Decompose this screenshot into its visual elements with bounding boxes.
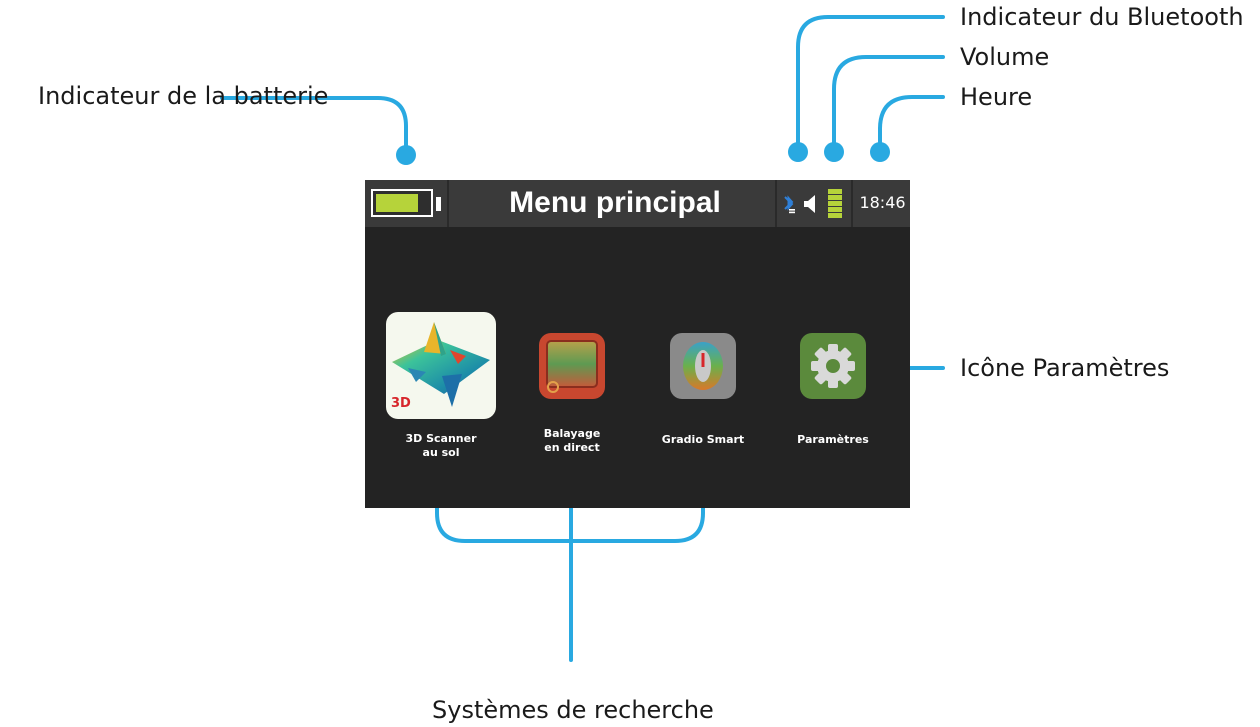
live-scan-icon	[546, 340, 598, 393]
volume-callout-label: Volume	[960, 43, 1050, 71]
live-scan-app[interactable]	[539, 333, 605, 399]
time-callout-line	[878, 95, 945, 152]
app-label-line: en direct	[544, 441, 600, 454]
volume-icon	[804, 195, 815, 213]
live-scan-app-label: Balayage en direct	[512, 427, 632, 455]
volume-callout-dot	[824, 142, 844, 162]
status-divider	[447, 180, 449, 227]
settings-app[interactable]	[800, 333, 866, 399]
settings-callout-label: Icône Paramètres	[960, 354, 1170, 382]
battery-tip	[436, 197, 441, 211]
battery-fill	[376, 194, 418, 212]
battery-indicator	[371, 189, 433, 217]
app-label-line: 3D Scanner	[405, 432, 477, 445]
3d-badge: 3D	[391, 396, 411, 411]
gradio-icon	[683, 342, 723, 390]
bluetooth-callout-label: Indicateur du Bluetooth	[960, 3, 1244, 31]
gradio-smart-app[interactable]	[670, 333, 736, 399]
status-divider	[775, 180, 777, 227]
bluetooth-callout-dot	[788, 142, 808, 162]
bluetooth-icon	[784, 195, 795, 214]
app-label-line: au sol	[422, 446, 460, 459]
time-callout-label: Heure	[960, 83, 1033, 111]
ground-3d-scanner-app[interactable]: 3D	[386, 312, 496, 419]
device-screen: Menu principal 18:46 3D 3D Scanner au so…	[365, 180, 910, 508]
time-callout-dot	[870, 142, 890, 162]
battery-callout-dot	[396, 145, 416, 165]
gradio-app-label: Gradio Smart	[661, 433, 745, 446]
clock: 18:46	[859, 193, 906, 212]
status-divider	[851, 180, 853, 227]
app-label-line: Balayage	[543, 427, 601, 440]
scanner-app-label: 3D Scanner au sol	[381, 432, 501, 460]
status-bar: Menu principal 18:46	[365, 180, 910, 227]
bluetooth-callout-line	[796, 15, 945, 152]
settings-app-label: Paramètres	[797, 433, 869, 446]
gear-icon	[811, 344, 855, 388]
volume-level-icon	[828, 189, 842, 218]
page-title: Menu principal	[509, 186, 721, 219]
battery-callout-label: Indicateur de la batterie	[38, 82, 329, 110]
search-systems-callout-label: Systèmes de recherche	[432, 696, 714, 724]
